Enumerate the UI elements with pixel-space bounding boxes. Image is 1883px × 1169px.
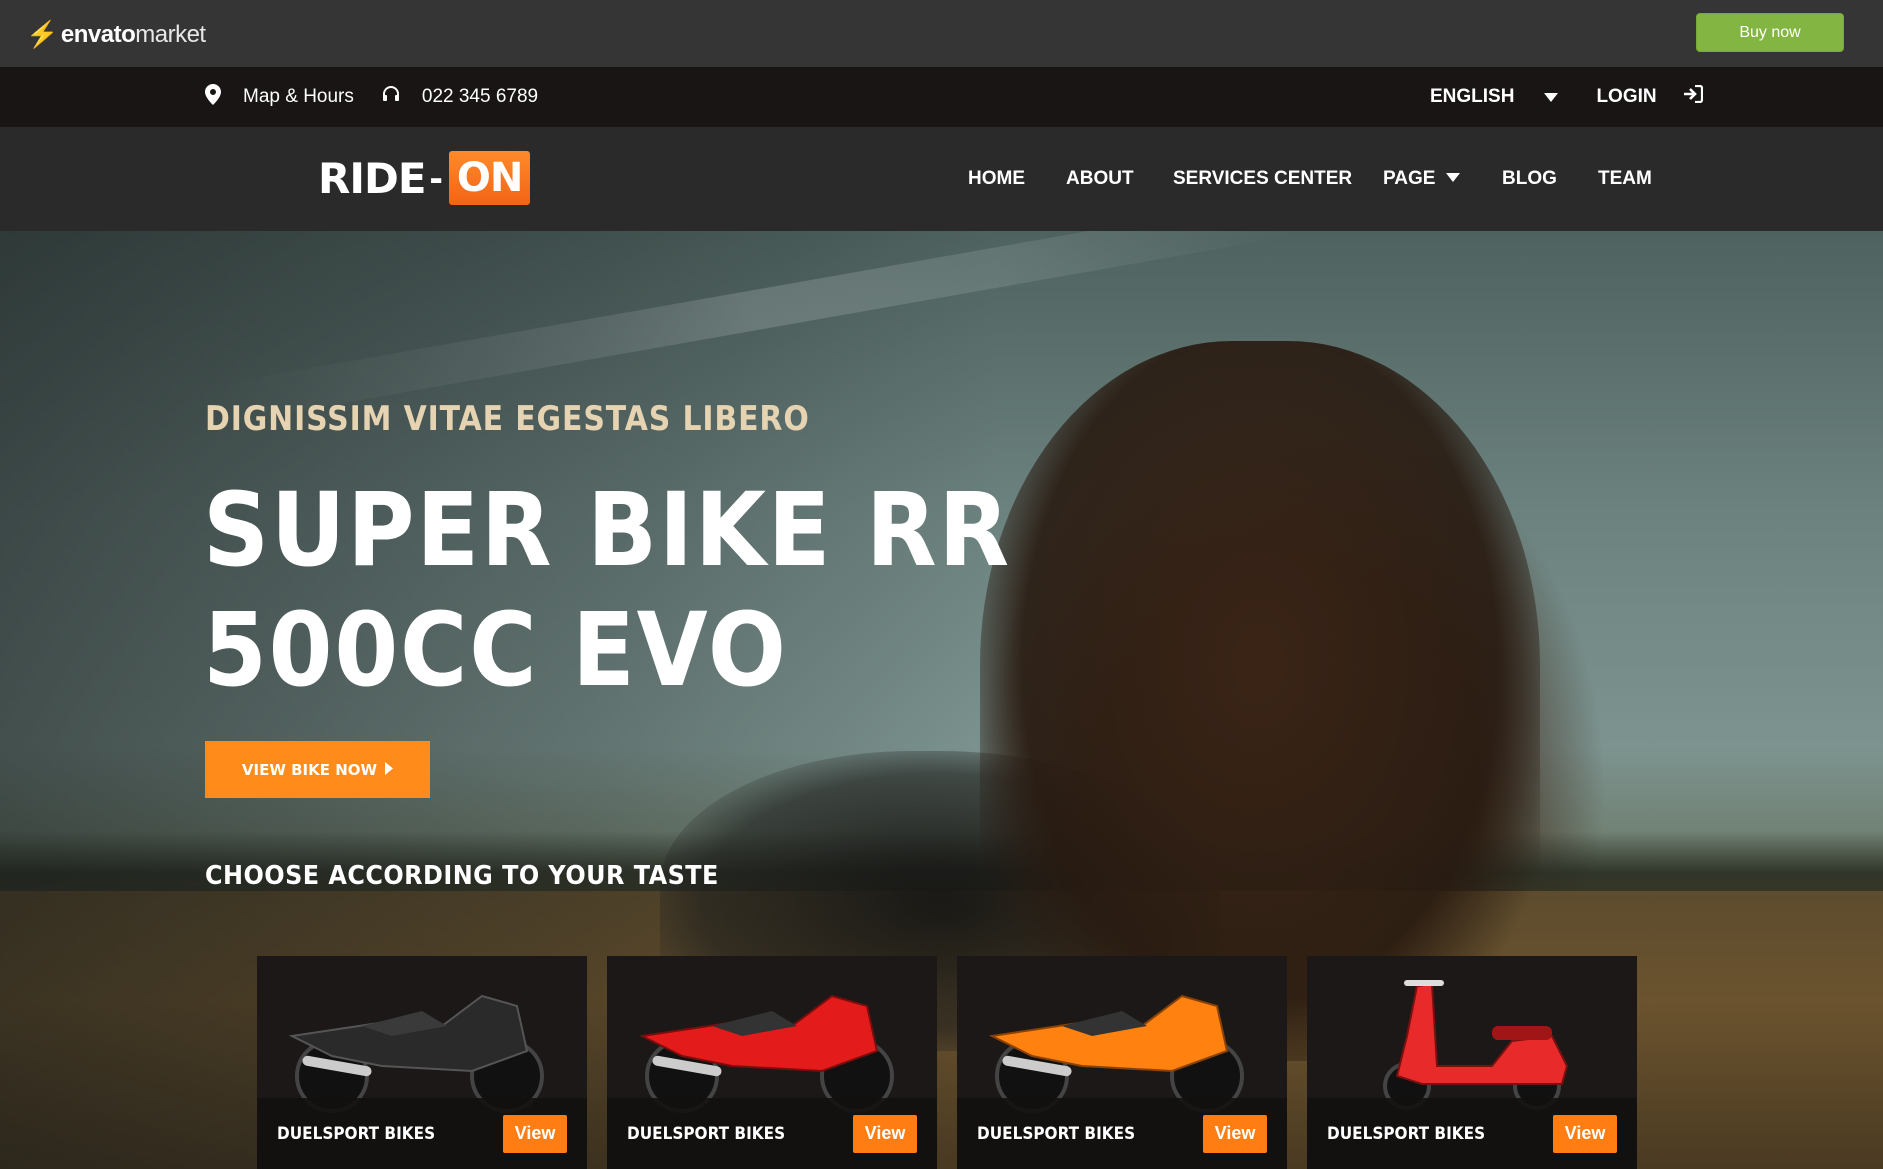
choose-section-title: CHOOSE ACCORDING TO YOUR TASTE — [205, 861, 719, 891]
play-arrow-icon — [385, 761, 394, 779]
view-button[interactable]: View — [1203, 1114, 1267, 1153]
nav-team[interactable]: TEAM — [1598, 168, 1652, 190]
view-button[interactable]: View — [503, 1114, 567, 1153]
bike-card[interactable]: DUELSPORT BIKES View — [957, 956, 1287, 1169]
language-selector[interactable]: ENGLISH — [1430, 86, 1514, 108]
page-dropdown-chevron-icon[interactable] — [1446, 169, 1460, 187]
ride-on-logo[interactable]: RIDE - ON — [318, 151, 531, 205]
view-bike-now-label: VIEW BIKE NOW — [241, 760, 378, 779]
view-bike-now-button[interactable]: VIEW BIKE NOW — [205, 741, 430, 798]
top-info-bar: Map & Hours 022 345 6789 ENGLISH LOGIN — [0, 67, 1883, 127]
hero-section: DIGNISSIM VITAE EGESTAS LIBERO SUPER BIK… — [0, 231, 1883, 1169]
map-pin-icon — [205, 83, 221, 111]
login-link[interactable]: LOGIN — [1596, 86, 1656, 108]
headphones-icon — [382, 86, 400, 108]
envato-logo-brand: envato — [60, 20, 136, 48]
hero-title-line-1: SUPER BIKE RR — [203, 471, 1012, 590]
card-title: DUELSPORT BIKES — [627, 1123, 786, 1144]
hero-title-line-2: 500CC EVO — [203, 591, 788, 710]
hero-riders-image — [980, 341, 1540, 1061]
chevron-down-icon[interactable] — [1544, 86, 1559, 108]
card-title: DUELSPORT BIKES — [277, 1123, 436, 1144]
card-title: DUELSPORT BIKES — [1327, 1123, 1486, 1144]
envato-bar: ⚡ envato market Buy now — [0, 0, 1883, 67]
phone-number[interactable]: 022 345 6789 — [422, 86, 538, 108]
view-button[interactable]: View — [853, 1114, 917, 1153]
map-hours-link[interactable]: Map & Hours — [243, 86, 354, 108]
bike-card[interactable]: DUELSPORT BIKES View — [257, 956, 587, 1169]
nav-home[interactable]: HOME — [968, 168, 1025, 190]
nav-about[interactable]: ABOUT — [1066, 168, 1134, 190]
nav-blog[interactable]: BLOG — [1502, 168, 1557, 190]
nav-services-center[interactable]: SERVICES CENTER — [1173, 168, 1352, 190]
red-scooter-image — [1383, 980, 1569, 1110]
bike-card[interactable]: DUELSPORT BIKES View — [607, 956, 937, 1169]
buy-now-button[interactable]: Buy now — [1696, 13, 1844, 52]
red-sport-bike-image — [638, 994, 894, 1113]
hero-subtitle: DIGNISSIM VITAE EGESTAS LIBERO — [205, 399, 810, 439]
sign-in-icon[interactable] — [1683, 84, 1703, 109]
envato-leaf-icon: ⚡ — [26, 19, 58, 49]
black-sport-bike-image — [288, 994, 544, 1113]
envato-logo-suffix: market — [135, 20, 206, 48]
main-navigation: RIDE - ON HOME ABOUT SERVICES CENTER PAG… — [0, 127, 1883, 231]
orange-sport-bike-image — [988, 994, 1244, 1113]
view-button[interactable]: View — [1553, 1114, 1617, 1153]
logo-ride-text: RIDE — [318, 153, 427, 203]
logo-on-badge: ON — [448, 151, 531, 205]
card-title: DUELSPORT BIKES — [977, 1123, 1136, 1144]
nav-page[interactable]: PAGE — [1383, 168, 1435, 190]
envato-logo[interactable]: ⚡ envato market — [26, 19, 206, 50]
logo-dash: - — [429, 155, 443, 200]
bike-card[interactable]: DUELSPORT BIKES View — [1307, 956, 1637, 1169]
hero-title: SUPER BIKE RR 500CC EVO — [203, 471, 1011, 711]
